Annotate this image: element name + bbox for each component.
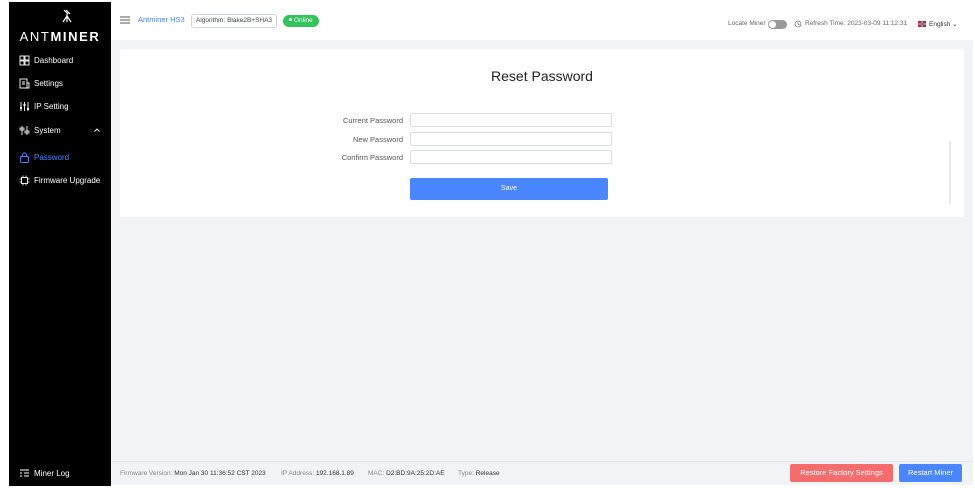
- sidebar-item-label: Firmware Upgrade: [34, 175, 101, 185]
- mac-info: MAC: D2:BD:9A:25:2D:AE: [368, 470, 445, 477]
- miner-log-link[interactable]: Miner Log: [19, 468, 70, 479]
- reset-password-card: Reset Password Current Password New Pass…: [120, 49, 964, 217]
- flag-icon: [918, 21, 926, 27]
- refresh-time: Refresh Time: 2023-03-09 11:12:31: [805, 20, 908, 27]
- settings-icon: [19, 78, 30, 88]
- sliders-icon: [20, 101, 29, 111]
- sidebar-item-dashboard[interactable]: Dashboard: [19, 52, 73, 68]
- ip-label: IP Address:: [281, 470, 315, 477]
- logo-text: ANTMINER: [19, 29, 101, 44]
- sidebar-item-firmware-upgrade[interactable]: Firmware Upgrade: [19, 172, 100, 188]
- page-title: Reset Password: [491, 68, 593, 84]
- sidebar-item-ip-setting[interactable]: IP Setting: [19, 98, 69, 114]
- confirm-password-input[interactable]: [410, 150, 612, 164]
- ip-info: IP Address: 192.168.1.89: [281, 470, 354, 477]
- dashboard-icon: [19, 55, 30, 65]
- algorithm-badge: Algorithm: Blake2B+SHA3: [191, 14, 278, 28]
- locate-miner-label: Locate Miner: [728, 20, 766, 27]
- sidebar: ANTMINER Dashboard Settings IP Setting S…: [9, 2, 111, 486]
- type-value: Release: [475, 470, 500, 477]
- mac-label: MAC:: [368, 470, 385, 477]
- restore-factory-button[interactable]: Restore Factory Settings: [790, 464, 893, 482]
- sidebar-item-system[interactable]: System: [19, 122, 61, 138]
- sidebar-item-label: Password: [34, 152, 70, 162]
- status-dot-icon: [289, 18, 292, 21]
- current-password-label: Current Password: [342, 116, 403, 125]
- new-password-input[interactable]: [410, 132, 612, 146]
- logo: ANTMINER: [9, 2, 111, 48]
- sidebar-item-settings[interactable]: Settings: [19, 75, 63, 91]
- current-password-input[interactable]: [410, 113, 612, 127]
- ip-value: 192.168.1.89: [315, 470, 354, 477]
- app-window: ANTMINER Dashboard Settings IP Setting S…: [0, 0, 975, 488]
- firmware-value: Mon Jan 30 11:36:52 CST 2023: [174, 470, 266, 477]
- language-selector[interactable]: English ⌄: [929, 20, 958, 28]
- firmware-info: Firmware Version: Mon Jan 30 11:36:52 CS…: [120, 470, 266, 477]
- chevron-up-icon[interactable]: [93, 126, 101, 134]
- confirm-password-label: Confirm Password: [341, 153, 403, 162]
- system-icon: [19, 125, 30, 135]
- chip-icon: [19, 175, 30, 185]
- top-header: Antminer HS3 Algorithm: Blake2B+SHA3 Onl…: [111, 2, 973, 40]
- refresh-icon[interactable]: [794, 20, 802, 28]
- logo-mark-icon: [62, 9, 72, 23]
- language-label: English: [929, 21, 951, 28]
- sidebar-item-label: Settings: [34, 78, 63, 88]
- log-icon: [20, 469, 29, 477]
- sidebar-item-label: System: [34, 125, 61, 135]
- miner-log-label: Miner Log: [34, 469, 70, 478]
- sidebar-item-label: Dashboard: [34, 55, 74, 65]
- lock-icon: [20, 152, 29, 163]
- miner-model: Antminer HS3: [138, 15, 185, 24]
- main-content: Reset Password Current Password New Pass…: [111, 40, 973, 461]
- mac-value: D2:BD:9A:25:2D:AE: [386, 470, 445, 477]
- type-label: Type:: [458, 470, 474, 477]
- locate-miner-toggle[interactable]: [768, 20, 787, 29]
- sidebar-item-label: IP Setting: [34, 101, 69, 111]
- firmware-label: Firmware Version:: [120, 470, 173, 477]
- new-password-label: New Password: [352, 135, 403, 144]
- status-text: Online: [294, 17, 313, 24]
- menu-icon[interactable]: [120, 16, 130, 24]
- type-info: Type: Release: [458, 470, 500, 477]
- scrollbar[interactable]: [949, 141, 951, 204]
- status-footer: Firmware Version: Mon Jan 30 11:36:52 CS…: [111, 461, 973, 485]
- sidebar-item-password[interactable]: Password: [19, 149, 69, 165]
- status-badge: Online: [283, 15, 319, 27]
- save-button[interactable]: Save: [410, 178, 608, 200]
- restart-miner-button[interactable]: Restart Miner: [899, 464, 962, 482]
- chevron-down-icon: ⌄: [952, 21, 958, 28]
